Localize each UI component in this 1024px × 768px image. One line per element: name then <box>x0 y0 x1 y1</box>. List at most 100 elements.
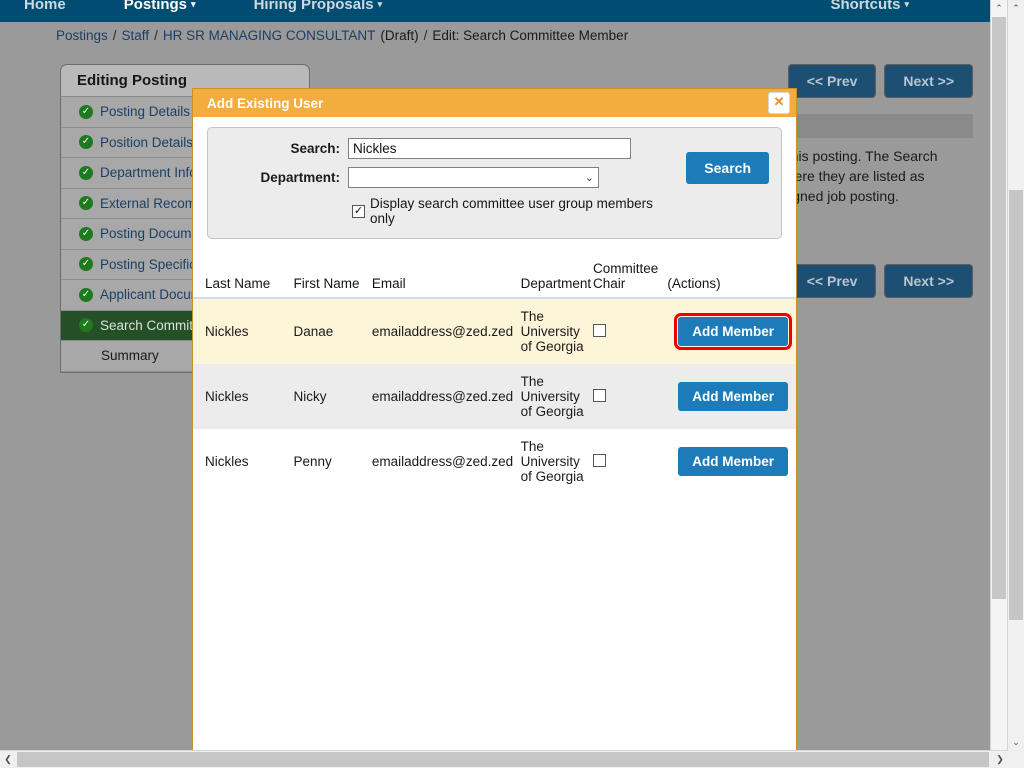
table-row: Nickles Danae emailaddress@zed.zed The U… <box>193 298 796 364</box>
nav-item-home[interactable]: Home <box>24 0 66 13</box>
search-results-table: Last Name First Name Email Department Co… <box>193 261 796 494</box>
close-icon[interactable]: ✕ <box>768 92 790 114</box>
scroll-up-icon[interactable]: ⌃ <box>1008 0 1024 16</box>
next-button-top[interactable]: Next >> <box>884 64 973 98</box>
scroll-right-icon[interactable]: ❯ <box>992 751 1008 768</box>
table-row: Nickles Penny emailaddress@zed.zed The U… <box>193 429 796 494</box>
cell-email: emailaddress@zed.zed <box>371 324 514 339</box>
search-panel: Search: Department: ⌄ ✓ Display search c… <box>207 127 782 239</box>
search-label: Search: <box>290 141 340 156</box>
cell-first-name: Nicky <box>293 389 327 404</box>
table-header-row: Last Name First Name Email Department Co… <box>193 261 796 299</box>
department-select[interactable]: ⌄ <box>348 167 599 188</box>
committee-filter-label: Display search committee user group memb… <box>370 196 653 226</box>
table-row: Nickles Nicky emailaddress@zed.zed The U… <box>193 364 796 429</box>
modal-header: Add Existing User ✕ <box>193 89 796 117</box>
modal-title: Add Existing User <box>207 95 324 111</box>
scroll-down-icon[interactable]: ⌄ <box>1008 734 1024 750</box>
cell-email: emailaddress@zed.zed <box>371 454 514 469</box>
nav-item-hiring-proposals-label: Hiring Proposals <box>253 0 374 13</box>
check-circle-icon: ✓ <box>79 165 93 180</box>
department-label: Department: <box>260 170 340 185</box>
cell-last-name: Nickles <box>205 324 249 339</box>
scroll-up-icon[interactable]: ⌃ <box>991 0 1007 16</box>
check-circle-icon: ✓ <box>79 318 93 333</box>
breadcrumb-staff[interactable]: Staff <box>122 28 150 43</box>
cell-actions: Add Member <box>667 429 796 494</box>
column-header-actions: (Actions) <box>667 261 796 299</box>
breadcrumb-current-page: Edit: Search Committee Member <box>432 27 629 43</box>
breadcrumb-separator: / <box>423 27 428 43</box>
cell-email: emailaddress@zed.zed <box>371 389 514 404</box>
check-circle-icon: ✓ <box>79 196 93 211</box>
add-member-button[interactable]: Add Member <box>678 382 788 411</box>
outer-vertical-scrollbar[interactable]: ⌃ ⌄ <box>1007 0 1024 768</box>
results-table-head: Last Name First Name Email Department Co… <box>193 261 796 299</box>
nav-item-shortcuts-label: Shortcuts <box>830 0 901 13</box>
horizontal-scrollbar-thumb[interactable] <box>17 752 989 767</box>
add-member-button[interactable]: Add Member <box>678 447 788 476</box>
cell-department: The University of Georgia <box>520 309 584 354</box>
add-member-button[interactable]: Add Member <box>674 313 792 350</box>
add-existing-user-modal: Add Existing User ✕ Search: Department: … <box>192 88 797 768</box>
chevron-down-icon: ▾ <box>191 0 196 10</box>
outer-scrollbar-thumb[interactable] <box>1009 190 1023 620</box>
cell-actions: Add Member <box>667 364 796 429</box>
cell-first-name: Penny <box>293 454 332 469</box>
cell-last-name: Nickles <box>205 454 249 469</box>
column-header-email: Email <box>371 261 521 299</box>
check-circle-icon: ✓ <box>79 257 93 272</box>
column-header-last-name: Last Name <box>193 261 294 299</box>
check-circle-icon: ✓ <box>79 226 93 241</box>
committee-filter-checkbox[interactable]: ✓ <box>352 204 365 218</box>
next-button-bottom[interactable]: Next >> <box>884 264 973 298</box>
top-navigation-bar: Home Postings ▾ Hiring Proposals ▾ Shortcu… <box>0 0 991 22</box>
cell-department: The University of Georgia <box>520 439 584 484</box>
column-header-department: Department <box>520 261 593 299</box>
check-circle-icon: ✓ <box>79 104 93 119</box>
cell-department: The University of Georgia <box>520 374 584 419</box>
breadcrumb-separator: / <box>112 27 117 43</box>
check-circle-icon: ✓ <box>79 135 93 150</box>
prev-button-bottom[interactable]: << Prev <box>787 264 877 298</box>
nav-item-home-label: Home <box>24 0 66 13</box>
breadcrumb: Postings / Staff / HR SR MANAGING CONSUL… <box>0 22 991 48</box>
sidebar-item-label: Summary <box>101 348 159 364</box>
inner-scrollbar-thumb[interactable] <box>992 17 1006 599</box>
cell-committee-chair <box>592 298 667 364</box>
inner-vertical-scrollbar[interactable]: ⌃ <box>990 0 1007 768</box>
column-header-first-name: First Name <box>293 261 372 299</box>
cell-committee-chair <box>592 429 667 494</box>
breadcrumb-separator: / <box>154 27 158 43</box>
search-input[interactable] <box>348 138 631 159</box>
scroll-left-icon[interactable]: ❮ <box>0 751 16 768</box>
breadcrumb-draft-status: (Draft) <box>380 27 419 43</box>
filter-checkbox-row: ✓ Display search committee user group me… <box>220 196 670 226</box>
column-header-committee-chair: Committee Chair <box>592 261 668 299</box>
committee-chair-checkbox[interactable] <box>592 388 606 402</box>
cell-actions: Add Member <box>667 298 796 364</box>
check-circle-icon: ✓ <box>79 287 93 302</box>
department-field-row: Department: ⌄ <box>220 167 670 188</box>
committee-chair-checkbox[interactable] <box>592 323 606 337</box>
sidebar-item-label: Posting Details <box>100 104 191 120</box>
nav-item-postings-label: Postings <box>123 0 188 13</box>
horizontal-scrollbar[interactable]: ❮ ❯ <box>0 750 1008 768</box>
cell-first-name: Danae <box>293 324 334 339</box>
chevron-down-icon: ⌄ <box>584 172 594 184</box>
committee-chair-checkbox[interactable] <box>592 453 606 467</box>
breadcrumb-posting-title[interactable]: HR SR MANAGING CONSULTANT <box>163 28 376 43</box>
breadcrumb-postings[interactable]: Postings <box>56 28 108 43</box>
application-window: Home Postings ▾ Hiring Proposals ▾ Shortcu… <box>0 0 1024 768</box>
search-field-row: Search: <box>220 138 670 159</box>
nav-item-shortcuts[interactable]: Shortcuts ▾ <box>830 0 909 13</box>
sidebar-item-label: Position Details <box>100 134 194 150</box>
cell-committee-chair <box>592 364 667 429</box>
search-button[interactable]: Search <box>686 152 769 184</box>
search-form: Search: Department: ⌄ ✓ Display search c… <box>220 138 670 226</box>
chevron-down-icon: ▾ <box>377 0 383 10</box>
prev-button-top[interactable]: << Prev <box>787 64 877 98</box>
nav-item-hiring-proposals[interactable]: Hiring Proposals ▾ <box>254 0 383 13</box>
chevron-down-icon: ▾ <box>904 0 909 10</box>
nav-item-postings[interactable]: Postings ▾ <box>124 0 196 13</box>
